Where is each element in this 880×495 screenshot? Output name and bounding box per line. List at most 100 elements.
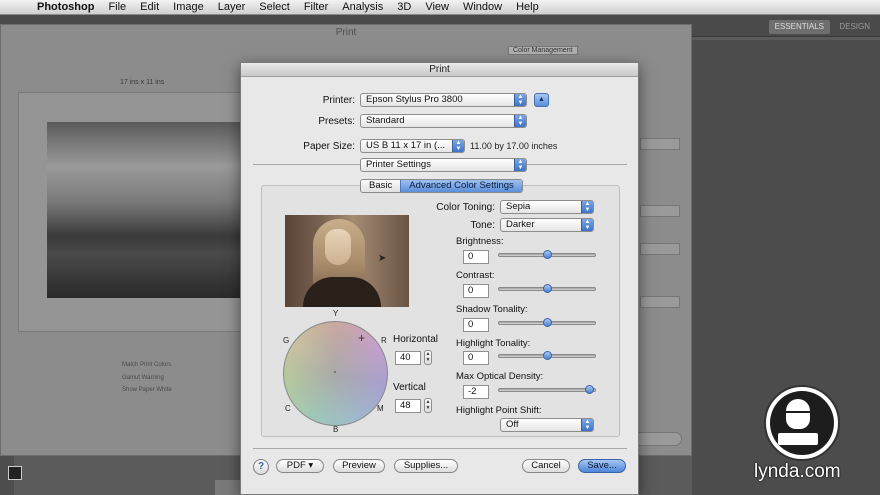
wheel-center-dot: [334, 371, 336, 373]
contrast-field[interactable]: 0: [463, 284, 489, 298]
mouse-cursor-icon: ➤: [378, 253, 387, 264]
tab-basic[interactable]: Basic: [361, 180, 401, 192]
section-value: Printer Settings: [366, 159, 431, 170]
brightness-field[interactable]: 0: [463, 250, 489, 264]
background-dialog-title: Print: [335, 27, 357, 38]
highlight-point-shift-value: Off: [506, 419, 519, 430]
background-swatch: [8, 466, 22, 480]
horizontal-stepper[interactable]: ▲ ▼: [424, 350, 432, 365]
background-option-show-paper-white[interactable]: Show Paper White: [122, 387, 172, 393]
lynda-watermark-text: lynda.com: [754, 461, 841, 482]
portrait-body: [303, 277, 381, 307]
shadow-tonality-slider[interactable]: [498, 318, 596, 327]
presets-popup[interactable]: Standard ▲ ▼: [360, 114, 527, 128]
printer-popup[interactable]: Epson Stylus Pro 3800 ▲ ▼: [360, 93, 527, 107]
shadow-tonality-field[interactable]: 0: [463, 318, 489, 332]
expand-disclosure-button[interactable]: ▲: [534, 93, 549, 107]
print-dialog: Print Printer: Epson Stylus Pro 3800 ▲ ▼ …: [240, 62, 639, 495]
highlight-point-shift-popup[interactable]: Off ▲ ▼: [500, 418, 594, 432]
menu-view[interactable]: View: [418, 1, 456, 13]
shadow-tonality-slider-thumb[interactable]: [543, 318, 552, 327]
popup-arrows-icon: ▲ ▼: [514, 115, 526, 127]
color-wheel-disc[interactable]: [283, 321, 388, 426]
presets-value: Standard: [366, 115, 405, 126]
separator: [253, 448, 627, 449]
contrast-slider-thumb[interactable]: [543, 284, 552, 293]
max-optical-density-field[interactable]: -2: [463, 385, 489, 399]
print-dialog-title: Print: [241, 63, 638, 77]
vertical-label: Vertical: [393, 382, 426, 393]
highlight-tonality-slider[interactable]: [498, 351, 596, 360]
brightness-label: Brightness:: [456, 236, 504, 247]
background-landscape-photo: [47, 122, 242, 298]
help-button[interactable]: ?: [253, 459, 269, 475]
highlight-tonality-slider-thumb[interactable]: [543, 351, 552, 360]
printer-value: Epson Stylus Pro 3800: [366, 94, 463, 105]
menu-bar: Photoshop File Edit Image Layer Select F…: [0, 0, 880, 15]
highlight-tonality-field[interactable]: 0: [463, 351, 489, 365]
background-popup: [640, 296, 680, 308]
menu-analysis[interactable]: Analysis: [335, 1, 390, 13]
tone-popup[interactable]: Darker ▲ ▼: [500, 218, 594, 232]
menu-image[interactable]: Image: [166, 1, 211, 13]
supplies-button[interactable]: Supplies...: [394, 459, 458, 473]
background-option-match-print-colors[interactable]: Match Print Colors: [122, 362, 171, 368]
background-popup: [640, 243, 680, 255]
shadow-tonality-label: Shadow Tonality:: [456, 304, 528, 315]
horizontal-field[interactable]: 40: [395, 351, 421, 365]
presets-label: Presets:: [318, 116, 355, 127]
horizontal-label: Horizontal: [393, 334, 439, 345]
menu-filter[interactable]: Filter: [297, 1, 335, 13]
paper-size-popup[interactable]: US B 11 x 17 in (... ▲ ▼: [360, 139, 465, 153]
background-option-gamut-warning[interactable]: Gamut Warning: [122, 375, 164, 381]
settings-tabs: Basic Advanced Color Settings: [360, 179, 523, 193]
menu-layer[interactable]: Layer: [211, 1, 253, 13]
portrait-face: [325, 229, 351, 265]
popup-arrows-icon: ▲ ▼: [514, 159, 526, 171]
popup-arrows-icon: ▲ ▼: [581, 419, 593, 431]
lynda-logo-book: [778, 433, 818, 445]
contrast-slider[interactable]: [498, 284, 596, 293]
menu-help[interactable]: Help: [509, 1, 546, 13]
cancel-button[interactable]: Cancel: [522, 459, 570, 473]
tone-value: Darker: [506, 219, 535, 230]
menu-file[interactable]: File: [101, 1, 133, 13]
workspace-essentials-button[interactable]: ESSENTIALS: [768, 20, 830, 34]
menu-3d[interactable]: 3D: [390, 1, 418, 13]
wheel-crosshair-icon[interactable]: +: [358, 332, 365, 344]
menu-edit[interactable]: Edit: [133, 1, 166, 13]
vertical-stepper[interactable]: ▲ ▼: [424, 398, 432, 413]
printer-label: Printer:: [322, 95, 355, 106]
contrast-label: Contrast:: [456, 270, 495, 281]
background-popup: [640, 138, 680, 150]
paper-dimensions: 11.00 by 17.00 inches: [470, 141, 558, 151]
color-wheel[interactable]: +: [283, 321, 388, 426]
lynda-logo-icon: [764, 385, 840, 461]
preview-portrait-image: ➤: [285, 215, 409, 307]
background-color-management-popup[interactable]: Color Management: [508, 46, 578, 55]
highlight-point-shift-label: Highlight Point Shift:: [456, 405, 542, 416]
menu-window[interactable]: Window: [456, 1, 509, 13]
save-button[interactable]: Save...: [578, 459, 626, 473]
brightness-slider-thumb[interactable]: [543, 250, 552, 259]
max-optical-density-slider[interactable]: [498, 385, 596, 394]
vertical-field[interactable]: 48: [395, 399, 421, 413]
brightness-slider[interactable]: [498, 250, 596, 259]
tone-label: Tone:: [470, 220, 495, 231]
lynda-logo-glasses: [785, 411, 811, 417]
popup-arrows-icon: ▲ ▼: [514, 94, 526, 106]
section-popup[interactable]: Printer Settings ▲ ▼: [360, 158, 527, 172]
workspace-design-button[interactable]: DESIGN: [839, 22, 870, 31]
popup-arrows-icon: ▲ ▼: [581, 219, 593, 231]
wheel-label-y: Y: [333, 309, 339, 318]
menu-app-name[interactable]: Photoshop: [30, 1, 101, 13]
color-toning-value: Sepia: [506, 201, 531, 212]
color-toning-label: Color Toning:: [436, 202, 495, 213]
preview-button[interactable]: Preview: [333, 459, 385, 473]
menu-select[interactable]: Select: [252, 1, 297, 13]
paper-size-label: Paper Size:: [303, 141, 355, 152]
color-toning-popup[interactable]: Sepia ▲ ▼: [500, 200, 594, 214]
pdf-button[interactable]: PDF ▾: [276, 459, 324, 473]
max-optical-density-label: Max Optical Density:: [456, 371, 544, 382]
tab-advanced-color-settings[interactable]: Advanced Color Settings: [400, 180, 522, 192]
